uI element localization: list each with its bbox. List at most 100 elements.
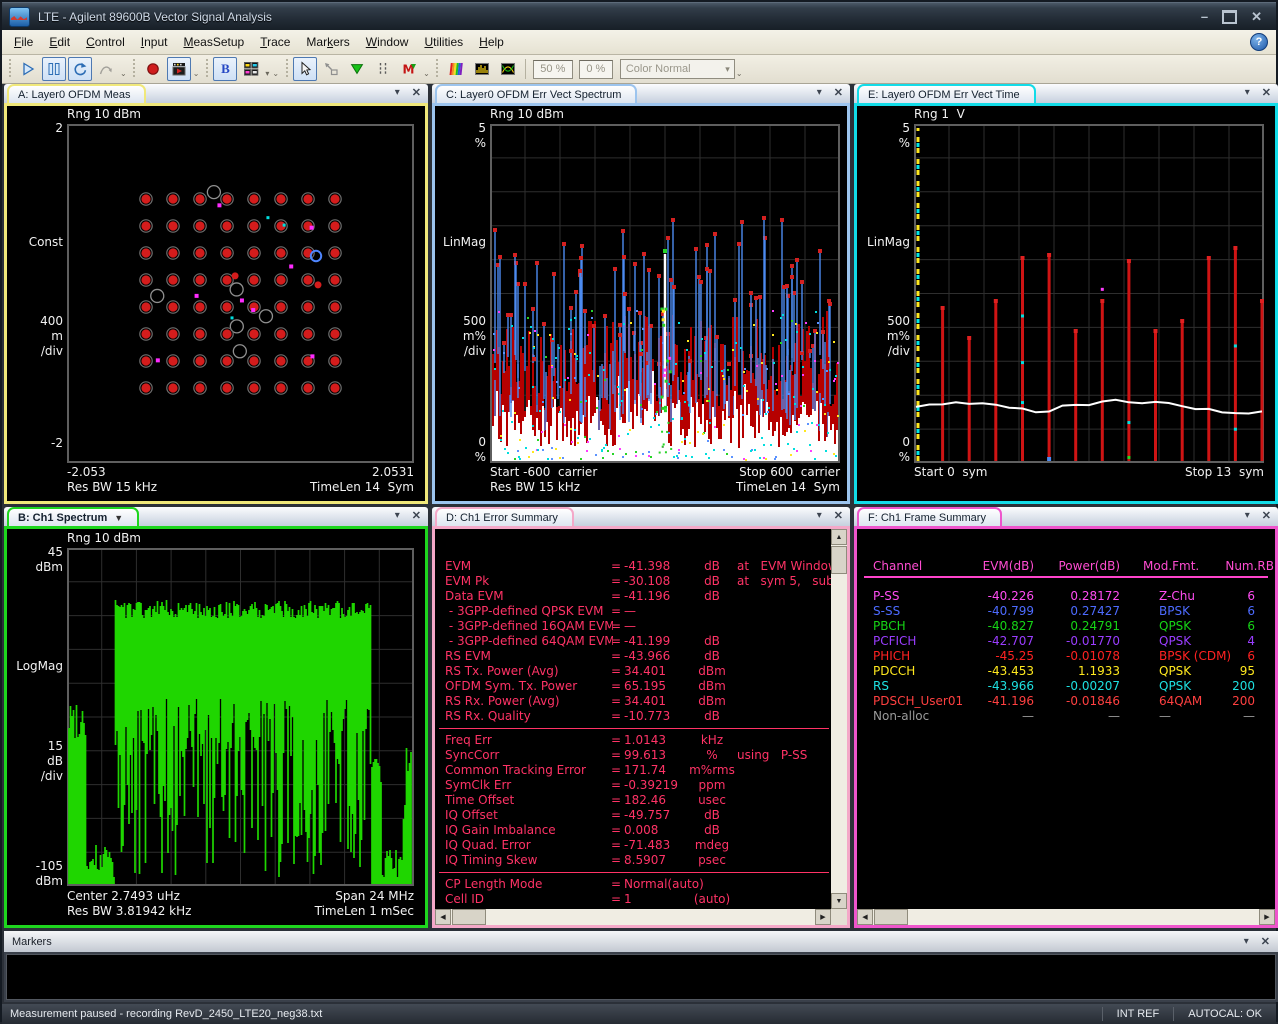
band-markers-button[interactable] bbox=[371, 57, 395, 81]
restart-button[interactable] bbox=[68, 57, 92, 81]
vertical-scrollbar[interactable]: ▲ ▼ bbox=[831, 529, 847, 909]
frame-summary-table: ChannelEVM(dB)Power(dB)Mod.Fmt.Num.RBP-S… bbox=[857, 529, 1275, 925]
spectrum-plot[interactable] bbox=[67, 548, 414, 886]
toolbar-drag-handle[interactable] bbox=[7, 59, 12, 79]
y-axis-top-label: 45dBm bbox=[7, 545, 63, 575]
play-button[interactable] bbox=[16, 57, 40, 81]
tab-err-vect-time[interactable]: E: Layer0 OFDM Err Vect Time bbox=[857, 84, 1036, 103]
spectrogram-button[interactable] bbox=[470, 57, 494, 81]
scrollbar-thumb[interactable] bbox=[831, 546, 847, 574]
group-overflow-icon[interactable]: ⌄ bbox=[193, 69, 200, 78]
color-mode-select[interactable]: Color Normal ▾ bbox=[620, 59, 735, 79]
menu-item-input[interactable]: Input bbox=[133, 32, 176, 52]
timelen-label: TimeLen 1 mSec bbox=[315, 904, 414, 918]
panel-close-icon[interactable]: ✕ bbox=[412, 86, 421, 99]
menu-item-meassetup[interactable]: MeasSetup bbox=[175, 32, 252, 52]
tab-ch1-error-summary[interactable]: D: Ch1 Error Summary bbox=[435, 507, 574, 526]
group-overflow-icon[interactable]: ⌄ bbox=[736, 69, 743, 78]
panel-ch1-frame-summary: F: Ch1 Frame Summary ▾ ✕ ChannelEVM(dB)Po… bbox=[854, 507, 1278, 928]
menu-item-window[interactable]: Window bbox=[358, 32, 417, 52]
tab-label: A: Layer0 OFDM Meas bbox=[18, 89, 130, 101]
panel-minimize-icon[interactable]: ▾ bbox=[395, 87, 400, 98]
scrollbar-thumb[interactable] bbox=[874, 909, 908, 925]
record-button[interactable] bbox=[141, 57, 165, 81]
panel-close-icon[interactable]: ✕ bbox=[412, 509, 421, 522]
evm-time-plot[interactable] bbox=[914, 124, 1264, 463]
panel-minimize-icon[interactable]: ▾ bbox=[1245, 87, 1250, 98]
toolbar-drag-handle[interactable] bbox=[284, 59, 289, 79]
eye-diagram-button[interactable] bbox=[496, 57, 520, 81]
peak-search-button[interactable] bbox=[345, 57, 369, 81]
display-layout-button[interactable] bbox=[239, 57, 263, 81]
auto-sweep-button bbox=[94, 57, 118, 81]
toolbar-drag-handle[interactable] bbox=[132, 59, 137, 79]
menu-item-markers[interactable]: Markers bbox=[298, 32, 357, 52]
menu-item-help[interactable]: Help bbox=[471, 32, 512, 52]
tab-layer0-ofdm-meas[interactable]: A: Layer0 OFDM Meas bbox=[7, 84, 146, 103]
panel-close-icon[interactable]: ✕ bbox=[1262, 509, 1271, 522]
menu-item-utilities[interactable]: Utilities bbox=[416, 32, 471, 52]
panel-err-vect-spectrum: C: Layer0 OFDM Err Vect Spectrum ▾ ✕ Rng … bbox=[432, 84, 850, 504]
tab-err-vect-spectrum[interactable]: C: Layer0 OFDM Err Vect Spectrum bbox=[435, 84, 637, 103]
panel-close-icon[interactable]: ✕ bbox=[1261, 935, 1270, 948]
panel-minimize-icon[interactable]: ▾ bbox=[817, 510, 822, 521]
recorder-playback-button[interactable] bbox=[167, 57, 191, 81]
menu-item-trace[interactable]: Trace bbox=[252, 32, 298, 52]
tab-ch1-spectrum[interactable]: B: Ch1 Spectrum▼ bbox=[7, 507, 139, 526]
tab-ch1-frame-summary[interactable]: F: Ch1 Frame Summary bbox=[857, 507, 1002, 526]
panel-minimize-icon[interactable]: ▾ bbox=[817, 87, 822, 98]
evm-spectrum-plot[interactable] bbox=[490, 124, 840, 463]
color-map-button[interactable] bbox=[444, 57, 468, 81]
menu-item-file[interactable]: File bbox=[6, 32, 41, 52]
group-overflow-icon[interactable]: ⌄ bbox=[272, 69, 279, 78]
panel-tabstrip: F: Ch1 Frame Summary ▾ ✕ bbox=[854, 507, 1278, 526]
b-trace-button[interactable]: B bbox=[213, 57, 237, 81]
panel-minimize-icon[interactable]: ▾ bbox=[395, 510, 400, 521]
y-axis-bottom-label: -2 bbox=[7, 436, 63, 451]
toolbar-drag-handle[interactable] bbox=[204, 59, 209, 79]
x-axis-left-label: Start 0 sym bbox=[914, 465, 987, 479]
frame-summary-header: ChannelEVM(dB)Power(dB)Mod.Fmt.Num.RB bbox=[857, 559, 1275, 574]
group-overflow-icon[interactable]: ⌄ bbox=[120, 69, 127, 78]
maximize-icon[interactable] bbox=[1222, 10, 1237, 24]
tab-label: E: Layer0 OFDM Err Vect Time bbox=[868, 89, 1020, 101]
layout-dropdown-icon[interactable]: ▾ bbox=[265, 69, 269, 78]
menu-item-control[interactable]: Control bbox=[78, 32, 133, 52]
marker-button[interactable]: M bbox=[397, 57, 421, 81]
tab-dropdown-icon[interactable]: ▼ bbox=[114, 513, 123, 523]
error-summary-row: Common Tracking Error=171.74m%rms bbox=[435, 763, 831, 778]
pause-button[interactable] bbox=[42, 57, 66, 81]
close-icon[interactable]: ✕ bbox=[1251, 10, 1262, 24]
move-trace-button[interactable] bbox=[319, 57, 343, 81]
scroll-right-icon[interactable]: ▶ bbox=[815, 909, 831, 925]
scroll-left-icon[interactable]: ◀ bbox=[857, 909, 873, 925]
help-question-icon[interactable]: ? bbox=[1250, 33, 1268, 51]
panel-tabstrip: A: Layer0 OFDM Meas ▾ ✕ bbox=[4, 84, 428, 103]
horizontal-scrollbar[interactable]: ◀ ▶ bbox=[857, 909, 1275, 925]
pointer-button[interactable] bbox=[293, 57, 317, 81]
frame-summary-row: RS-43.966-0.00207QPSK200 bbox=[857, 679, 1275, 694]
group-overflow-icon[interactable]: ⌄ bbox=[423, 69, 430, 78]
panel-err-vect-time: E: Layer0 OFDM Err Vect Time ▾✕ Rng 1 V … bbox=[854, 84, 1278, 504]
scroll-right-icon[interactable]: ▶ bbox=[1259, 909, 1275, 925]
scrollbar-thumb[interactable] bbox=[452, 909, 486, 925]
horizontal-scrollbar[interactable]: ◀ ▶ bbox=[435, 909, 831, 925]
scroll-up-icon[interactable]: ▲ bbox=[831, 529, 847, 545]
panel-content: Rng 10 dBm 5% LinMag 500m%/div 0% Start … bbox=[432, 103, 850, 504]
offset-percent-field[interactable]: 0 % bbox=[579, 60, 613, 79]
toolbar-drag-handle[interactable] bbox=[435, 59, 440, 79]
panel-minimize-icon[interactable]: ▾ bbox=[1245, 510, 1250, 521]
y-axis-format-label: LinMag bbox=[435, 235, 486, 250]
scroll-left-icon[interactable]: ◀ bbox=[435, 909, 451, 925]
panel-close-icon[interactable]: ✕ bbox=[834, 509, 843, 522]
scroll-down-icon[interactable]: ▼ bbox=[831, 893, 847, 909]
markers-panel: Markers ▾✕ bbox=[4, 931, 1278, 1002]
constellation-plot[interactable] bbox=[67, 124, 414, 463]
panel-minimize-icon[interactable]: ▾ bbox=[1244, 936, 1249, 947]
panel-close-icon[interactable]: ✕ bbox=[834, 86, 843, 99]
menu-item-edit[interactable]: Edit bbox=[41, 32, 78, 52]
zoom-percent-field[interactable]: 50 % bbox=[533, 60, 573, 79]
minimize-icon[interactable]: – bbox=[1201, 10, 1208, 24]
panel-close-icon[interactable]: ✕ bbox=[1262, 86, 1271, 99]
toolbar-separator bbox=[525, 59, 526, 79]
